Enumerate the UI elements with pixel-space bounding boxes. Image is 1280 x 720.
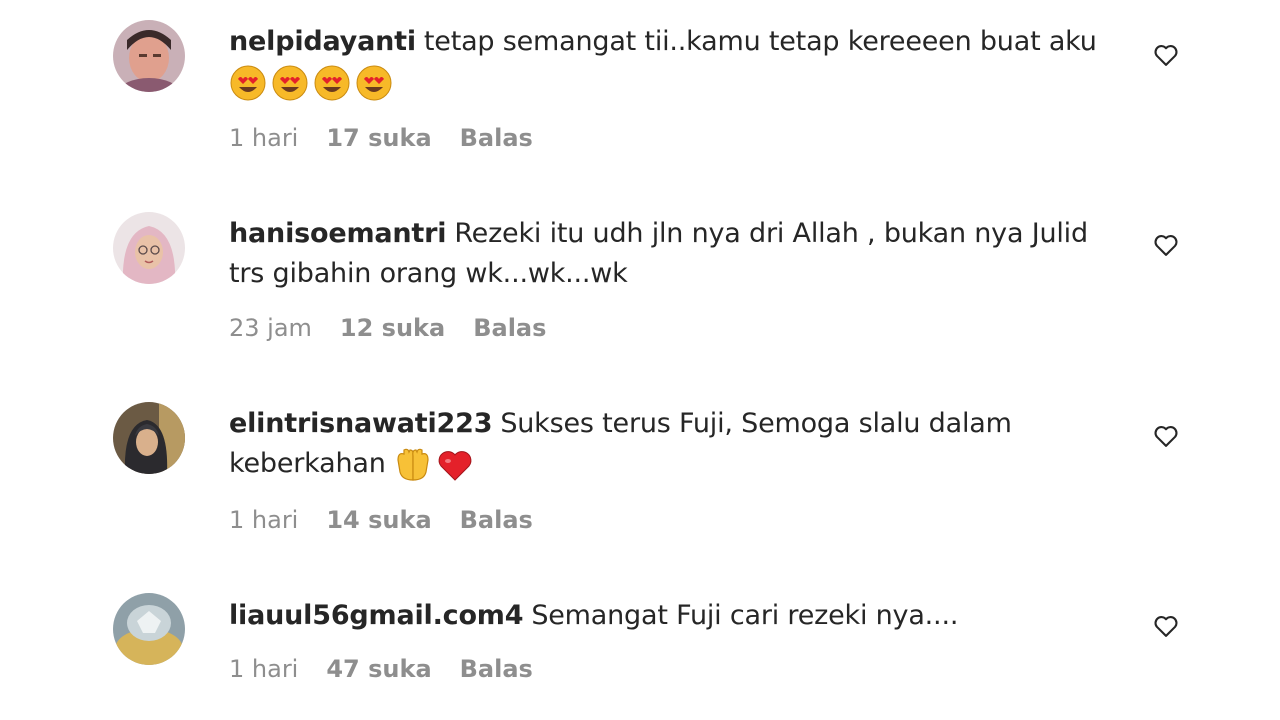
red-heart-emoji <box>438 450 472 481</box>
comment-body: liauul56gmail.com4 Semangat Fuji cari rez… <box>229 596 1129 636</box>
comment-meta: 23 jam 12 suka Balas <box>229 314 546 342</box>
reply-button[interactable]: Balas <box>460 124 533 152</box>
comment-body: elintrisnawati223 Sukses terus Fuji, Semo… <box>229 404 1129 484</box>
comment-timestamp: 23 jam <box>229 314 312 342</box>
heart-outline-icon[interactable] <box>1152 612 1180 640</box>
comment-like-count[interactable]: 12 suka <box>340 314 445 342</box>
heart-outline-icon[interactable] <box>1152 231 1180 259</box>
comment-like-count[interactable]: 14 suka <box>326 506 431 534</box>
comment-body: nelpidayanti tetap semangat tii..kamu tet… <box>229 22 1129 102</box>
reply-button[interactable]: Balas <box>460 655 533 683</box>
comment-text: tetap semangat tii..kamu tetap kereeeen … <box>423 26 1097 57</box>
comment-like-count[interactable]: 47 suka <box>326 655 431 683</box>
comment-like-count[interactable]: 17 suka <box>326 124 431 152</box>
comment-timestamp: 1 hari <box>229 655 299 683</box>
comment-username[interactable]: elintrisnawati223 <box>229 408 493 439</box>
comment-text: Semangat Fuji cari rezeki nya.... <box>531 600 959 631</box>
heart-eyes-emoji <box>314 65 350 100</box>
comment-username[interactable]: nelpidayanti <box>229 26 416 57</box>
heart-eyes-emoji <box>230 65 266 100</box>
comment-username[interactable]: hanisoemantri <box>229 218 447 249</box>
reply-button[interactable]: Balas <box>460 506 533 534</box>
reply-button[interactable]: Balas <box>473 314 546 342</box>
comment-username[interactable]: liauul56gmail.com4 <box>229 600 524 631</box>
heart-eyes-emoji <box>272 65 308 100</box>
avatar[interactable] <box>113 593 185 665</box>
comment-timestamp: 1 hari <box>229 124 299 152</box>
heart-outline-icon[interactable] <box>1152 422 1180 450</box>
emoji-group <box>229 64 393 102</box>
avatar[interactable] <box>113 212 185 284</box>
heart-eyes-emoji <box>356 65 392 100</box>
emoji-group <box>394 446 474 484</box>
avatar[interactable] <box>113 20 185 92</box>
comment-timestamp: 1 hari <box>229 506 299 534</box>
comment-meta: 1 hari 14 suka Balas <box>229 506 533 534</box>
palms-up-emoji <box>397 448 429 481</box>
heart-outline-icon[interactable] <box>1152 41 1180 69</box>
avatar[interactable] <box>113 402 185 474</box>
comment-meta: 1 hari 17 suka Balas <box>229 124 533 152</box>
comment-meta: 1 hari 47 suka Balas <box>229 655 533 683</box>
comment-body: hanisoemantri Rezeki itu udh jln nya dri … <box>229 214 1129 294</box>
